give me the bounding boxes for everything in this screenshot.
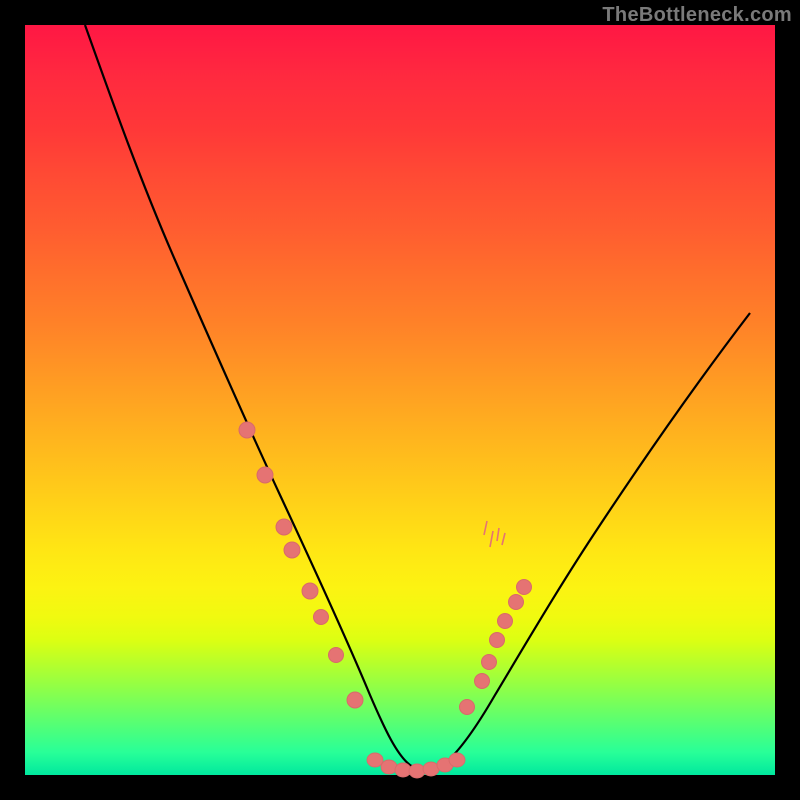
chart-frame <box>25 25 775 775</box>
flame-tick <box>497 528 499 541</box>
flame-tick <box>490 531 493 547</box>
marker-dot <box>449 753 465 767</box>
marker-dot <box>490 633 505 648</box>
marker-dot <box>409 764 425 778</box>
marker-dot <box>482 655 497 670</box>
flame-tick <box>484 521 487 535</box>
marker-dot <box>460 700 475 715</box>
marker-dot <box>381 760 397 774</box>
marker-dot <box>475 674 490 689</box>
bottleneck-curve <box>85 25 750 771</box>
flame-tick <box>502 533 505 545</box>
chart-svg <box>25 25 775 775</box>
marker-dot <box>302 583 318 599</box>
marker-dot <box>329 648 344 663</box>
marker-dot <box>498 614 513 629</box>
marker-dot <box>257 467 273 483</box>
marker-dot <box>314 610 329 625</box>
marker-dot <box>367 753 383 767</box>
marker-dot <box>395 763 411 777</box>
marker-dot <box>517 580 532 595</box>
marker-dot <box>509 595 524 610</box>
marker-dot <box>239 422 255 438</box>
watermark-text: TheBottleneck.com <box>602 4 792 27</box>
marker-dot <box>284 542 300 558</box>
marker-dot <box>276 519 292 535</box>
marker-dot <box>423 762 439 776</box>
marker-dot <box>347 692 363 708</box>
